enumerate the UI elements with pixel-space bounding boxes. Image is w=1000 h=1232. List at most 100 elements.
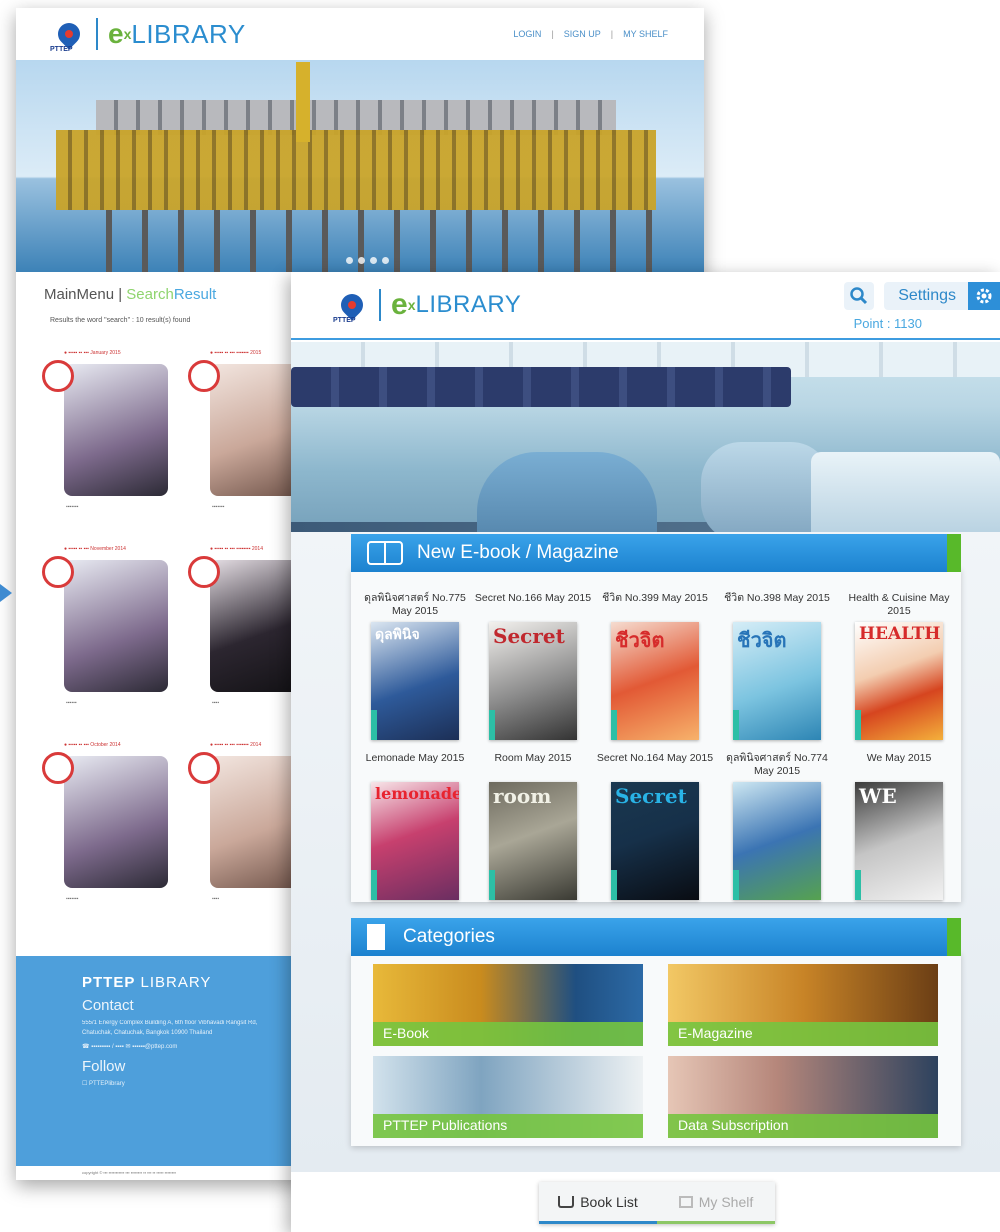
search-result-label: SearchResult <box>126 286 216 303</box>
magazine-title: ดุลพินิจศาสตร์ No.774 May 2015 <box>726 752 828 777</box>
book-cover[interactable] <box>42 556 168 692</box>
magazine-item[interactable]: ชีวิต No.399 May 2015 ชีวจิต <box>595 592 715 740</box>
ribbon-accent <box>947 918 961 956</box>
category-ebook[interactable]: E-Book <box>373 964 643 1046</box>
magazine-item[interactable]: Secret No.164 May 2015 Secret <box>595 752 715 900</box>
magazine-cover[interactable]: HEALTH <box>855 622 943 740</box>
logo-divider <box>96 18 98 50</box>
lounge-sofa <box>291 367 791 407</box>
result-word: Result <box>173 286 217 303</box>
back-logo[interactable]: PTTEP e x LIBRARY <box>50 18 246 53</box>
search-button[interactable] <box>844 282 875 310</box>
magazine-title: We May 2015 <box>866 752 932 764</box>
result-book[interactable]: ● ▪▪▪▪▪ ▪▪ ▪▪▪ January 2015 ▪▪▪▪▪▪▪ <box>42 350 172 510</box>
search-icon <box>850 287 868 305</box>
cover-strip <box>371 710 377 740</box>
clock-icon <box>42 752 74 784</box>
category-label: E-Magazine <box>668 1022 938 1046</box>
front-logo[interactable]: PTTEP e x LIBRARY <box>333 288 521 324</box>
hero-banner-lounge <box>291 342 1000 556</box>
category-emagazine[interactable]: E-Magazine <box>668 964 938 1046</box>
magazine-cover[interactable]: Secret <box>611 782 699 900</box>
categories-header: Categories <box>351 918 961 956</box>
footer-contact-lines[interactable]: ☎ ▪▪▪▪▪▪▪▪▪ / ▪▪▪▪ ✉ ▪▪▪▪▪▪@pttep.com <box>82 1042 272 1052</box>
open-book-icon <box>367 541 403 565</box>
bottom-tabbar: Book List My Shelf <box>539 1182 775 1224</box>
carousel-dot[interactable] <box>370 257 377 264</box>
magazine-item[interactable]: Secret No.166 May 2015 Secret <box>473 592 593 740</box>
front-screen: PTTEP exLIBRARY Settings Point : 1130 <box>291 272 1000 1232</box>
new-ebook-header: New E-book / Magazine <box>351 534 961 572</box>
main-menu-link[interactable]: MainMenu <box>44 286 114 303</box>
footer-brand-light: LIBRARY <box>140 974 212 991</box>
cover-strip <box>489 710 495 740</box>
logo-company: PTTEP <box>333 316 356 324</box>
signup-link[interactable]: SIGN UP <box>564 29 601 39</box>
category-data-subscription[interactable]: Data Subscription <box>668 1056 938 1138</box>
logo-x: x <box>407 297 416 313</box>
settings-button[interactable]: Settings <box>884 282 1000 310</box>
result-book[interactable]: ● ▪▪▪▪▪ ▪▪ ▪▪▪ November 2014 ▪▪▪▪▪▪ <box>42 546 172 706</box>
nav-separator: | <box>551 29 554 39</box>
tab-book-list[interactable]: Book List <box>539 1182 657 1224</box>
carousel-dot[interactable] <box>382 257 389 264</box>
magazine-item[interactable]: ดุลพินิจศาสตร์ No.774 May 2015 <box>717 752 837 900</box>
header-tools: Settings <box>844 282 1000 310</box>
magazine-title: ชีวิต No.398 May 2015 <box>724 592 830 604</box>
cover-masthead: ชีวจิต <box>737 628 787 652</box>
book-cover[interactable] <box>42 752 168 888</box>
magazine-title: ชีวิต No.399 May 2015 <box>602 592 708 604</box>
cover-strip <box>611 870 617 900</box>
cover-masthead: lemonade <box>375 784 459 803</box>
magazine-cover[interactable] <box>733 782 821 900</box>
result-book[interactable]: ● ▪▪▪▪▪ ▪▪ ▪▪▪ October 2014 ▪▪▪▪▪▪▪ <box>42 742 172 902</box>
category-icon <box>367 924 385 950</box>
book-tag: ▪▪▪▪▪▪▪ <box>66 504 79 510</box>
clock-icon <box>188 752 220 784</box>
category-label: E-Book <box>373 1022 643 1046</box>
rig-tower <box>296 62 310 142</box>
carousel-dots[interactable] <box>346 257 389 264</box>
magazine-item[interactable]: Lemonade May 2015 lemonade <box>355 752 475 900</box>
book-cover[interactable] <box>42 360 168 496</box>
magazine-item[interactable]: Health & Cuisine May 2015 HEALTH <box>839 592 959 740</box>
magazine-item[interactable]: We May 2015 WE <box>839 752 959 900</box>
magazine-item[interactable]: ดุลพินิจศาสตร์ No.775 May 2015 ดุลพินิจ <box>355 592 475 740</box>
tab-my-shelf[interactable]: My Shelf <box>657 1182 775 1224</box>
cover-masthead: ดุลพินิจ <box>375 627 420 643</box>
magazine-item[interactable]: Room May 2015 room <box>473 752 593 900</box>
hero-banner-oil-rig <box>16 60 704 272</box>
shelf-icon <box>678 1195 693 1208</box>
cover-masthead: WE <box>859 784 897 808</box>
my-shelf-link[interactable]: MY SHELF <box>623 29 668 39</box>
new-ebook-title: New E-book / Magazine <box>417 542 619 563</box>
cover-strip <box>855 710 861 740</box>
logo-library: LIBRARY <box>131 18 246 49</box>
magazine-cover[interactable]: lemonade <box>371 782 459 900</box>
follow-link[interactable]: ☐ PTTEPlibrary <box>82 1079 272 1089</box>
carousel-dot[interactable] <box>358 257 365 264</box>
front-header: PTTEP e x LIBRARY Settings Point : 1130 <box>291 272 1000 340</box>
cover-masthead: ชีวจิต <box>615 628 665 652</box>
magazine-title: Health & Cuisine May 2015 <box>848 592 950 617</box>
tab-my-shelf-label: My Shelf <box>698 1193 754 1210</box>
login-link[interactable]: LOGIN <box>513 29 541 39</box>
cover-strip <box>855 870 861 900</box>
category-pttep-publications[interactable]: PTTEP Publications <box>373 1056 643 1138</box>
magazine-cover[interactable]: ชีวจิต <box>611 622 699 740</box>
magazine-cover[interactable]: Secret <box>489 622 577 740</box>
magazine-cover[interactable]: ดุลพินิจ <box>371 622 459 740</box>
logo-x: x <box>123 26 132 42</box>
gear-icon <box>968 282 1000 310</box>
rig-main-deck <box>56 130 656 210</box>
categories-title: Categories <box>403 926 495 947</box>
clock-icon <box>188 556 220 588</box>
magazine-cover[interactable]: ชีวจิต <box>733 622 821 740</box>
cover-masthead: Secret <box>493 624 565 648</box>
magazine-cover[interactable]: room <box>489 782 577 900</box>
magazine-cover[interactable]: WE <box>855 782 943 900</box>
magazine-item[interactable]: ชีวิต No.398 May 2015 ชีวจิต <box>717 592 837 740</box>
clock-icon <box>42 556 74 588</box>
category-label: Data Subscription <box>668 1114 938 1138</box>
carousel-dot[interactable] <box>346 257 353 264</box>
